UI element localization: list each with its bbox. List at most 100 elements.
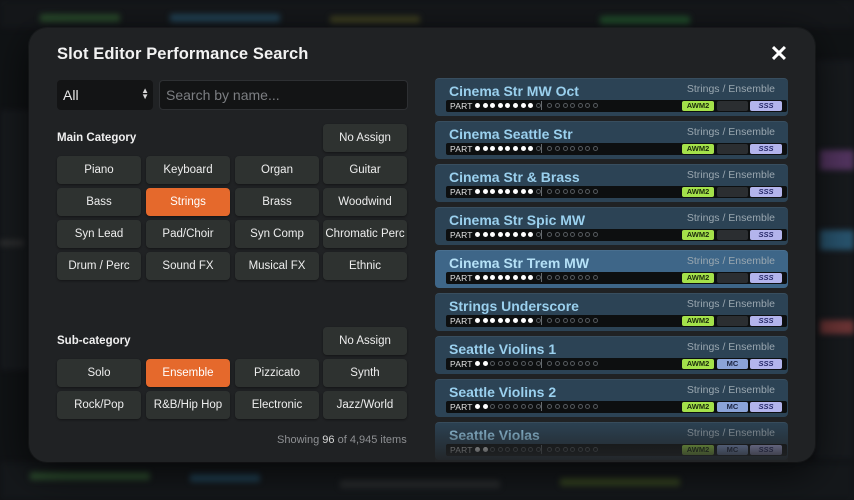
main-category-button-strings[interactable]: Strings	[146, 188, 230, 216]
part-dot-off	[547, 275, 553, 280]
mc-badge: MC	[717, 445, 748, 455]
sub-category-button-ensemble[interactable]: Ensemble	[146, 359, 230, 387]
awm2-badge: AWM2	[682, 445, 714, 455]
part-dot-off	[555, 103, 560, 108]
part-dot-on	[475, 146, 480, 151]
main-category-button-guitar[interactable]: Guitar	[323, 156, 407, 184]
sub-category-button-synth[interactable]: Synth	[323, 359, 407, 387]
result-count: Showing 96 of 4,945 items	[277, 434, 407, 446]
sss-badge: SSS	[750, 316, 782, 326]
result-row[interactable]: Cinema Str & Brass Strings / Ensemble PART…	[435, 164, 788, 202]
filter-select[interactable]: All ▲ ▼	[57, 80, 153, 110]
part-dot-on	[505, 189, 511, 194]
main-category-button-ethnic[interactable]: Ethnic	[323, 252, 407, 280]
search-input[interactable]	[159, 80, 408, 110]
result-row[interactable]: Cinema Str Trem MW Strings / Ensemble PART…	[435, 250, 788, 288]
part-dot-off	[547, 318, 553, 323]
sss-badge: SSS	[750, 359, 782, 369]
result-row[interactable]: Strings Underscore Strings / Ensemble PART…	[435, 293, 788, 331]
part-dot-off	[505, 447, 511, 452]
part-dot-on	[497, 318, 503, 323]
results-list[interactable]: Cinema Str MW Oct Strings / Ensemble PART A…	[435, 78, 788, 462]
part-dot-on	[528, 232, 534, 237]
part-dot-on	[528, 146, 534, 151]
result-name: Cinema Seattle Str	[449, 126, 573, 142]
mc-badge	[717, 230, 748, 240]
main-category-button-sound-fx[interactable]: Sound FX	[146, 252, 230, 280]
part-dot-off	[570, 189, 576, 194]
part-dot-on	[482, 404, 488, 409]
part-dot-on	[497, 146, 503, 151]
main-category-button-syn-lead[interactable]: Syn Lead	[57, 220, 141, 248]
sub-category-button-randb-hip-hop[interactable]: R&B/Hip Hop	[146, 391, 230, 419]
mc-badge	[717, 144, 748, 154]
part-dot-off	[505, 404, 511, 409]
result-row[interactable]: Seattle Violins 2 Strings / Ensemble PART A…	[435, 379, 788, 417]
part-dot-off	[513, 404, 518, 409]
awm2-badge: AWM2	[682, 273, 714, 283]
part-separator	[541, 316, 542, 325]
select-arrows-icon: ▲ ▼	[141, 86, 149, 101]
main-category-button-pad-choir[interactable]: Pad/Choir	[146, 220, 230, 248]
part-dot-on	[490, 146, 496, 151]
result-name: Seattle Violins 2	[449, 384, 557, 400]
part-dot-off	[555, 447, 560, 452]
sub-category-button-rock-pop[interactable]: Rock/Pop	[57, 391, 141, 419]
main-category-button-drum-perc[interactable]: Drum / Perc	[57, 252, 141, 280]
close-button[interactable]: ✕	[767, 43, 791, 66]
part-bar: PART AWM2 SSS	[446, 229, 787, 241]
part-dot-off	[570, 318, 576, 323]
part-dot-off	[547, 189, 553, 194]
part-dot-off	[513, 447, 518, 452]
part-dot-on	[475, 318, 480, 323]
filter-select-value: All	[63, 87, 79, 103]
result-row[interactable]: Seattle Violas Strings / Ensemble PART AWM2…	[435, 422, 788, 460]
part-dot-on	[497, 189, 503, 194]
part-dot-off	[528, 404, 534, 409]
main-category-button-bass[interactable]: Bass	[57, 188, 141, 216]
main-category-button-woodwind[interactable]: Woodwind	[323, 188, 407, 216]
main-category-no-assign-button[interactable]: No Assign	[323, 124, 407, 152]
sub-category-no-assign-button[interactable]: No Assign	[323, 327, 407, 355]
main-category-button-piano[interactable]: Piano	[57, 156, 141, 184]
result-row[interactable]: Seattle Violins 1 Strings / Ensemble PART A…	[435, 336, 788, 374]
part-dot-off	[547, 447, 553, 452]
part-dot-on	[482, 447, 488, 452]
sub-category-button-pizzicato[interactable]: Pizzicato	[235, 359, 319, 387]
part-label: PART	[450, 316, 473, 326]
part-label: PART	[450, 144, 473, 154]
part-dot-off	[562, 404, 568, 409]
part-label: PART	[450, 273, 473, 283]
part-dot-on	[520, 146, 526, 151]
part-dot-off	[585, 447, 591, 452]
part-dot-on	[513, 146, 518, 151]
part-dot-on	[528, 318, 534, 323]
part-dot-on	[482, 189, 488, 194]
main-category-button-chromatic-perc[interactable]: Chromatic Perc	[323, 220, 407, 248]
part-separator	[541, 402, 542, 411]
sub-category-button-solo[interactable]: Solo	[57, 359, 141, 387]
part-dot-on	[490, 318, 496, 323]
part-dot-off	[585, 275, 591, 280]
result-row[interactable]: Cinema Str Spic MW Strings / Ensemble PART…	[435, 207, 788, 245]
main-category-button-musical-fx[interactable]: Musical FX	[235, 252, 319, 280]
main-category-button-keyboard[interactable]: Keyboard	[146, 156, 230, 184]
part-dot-on	[475, 103, 480, 108]
sub-category-label: Sub-category	[57, 335, 131, 347]
main-category-button-syn-comp[interactable]: Syn Comp	[235, 220, 319, 248]
part-dot-off	[562, 447, 568, 452]
part-separator	[541, 273, 542, 282]
part-dot-off	[547, 232, 553, 237]
part-dot-off	[547, 103, 553, 108]
part-dot-on	[505, 232, 511, 237]
sub-category-button-electronic[interactable]: Electronic	[235, 391, 319, 419]
part-dot-off	[593, 103, 598, 108]
sub-category-button-jazz-world[interactable]: Jazz/World	[323, 391, 407, 419]
main-category-button-brass[interactable]: Brass	[235, 188, 319, 216]
part-dot-on	[505, 318, 511, 323]
mc-badge	[717, 187, 748, 197]
main-category-button-organ[interactable]: Organ	[235, 156, 319, 184]
result-row[interactable]: Cinema Seattle Str Strings / Ensemble PART…	[435, 121, 788, 159]
result-row[interactable]: Cinema Str MW Oct Strings / Ensemble PART A…	[435, 78, 788, 116]
part-dot-off	[520, 404, 526, 409]
